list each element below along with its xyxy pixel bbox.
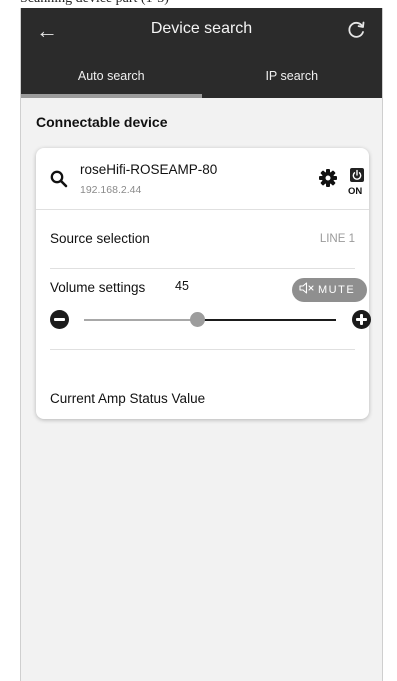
volume-slider[interactable] [50, 308, 372, 332]
divider [50, 349, 355, 350]
power-icon [352, 169, 362, 180]
mute-label: MUTE [318, 284, 356, 296]
search-icon [50, 170, 68, 188]
volume-settings-label: Volume settings [50, 280, 146, 295]
power-state-label: ON [348, 186, 363, 197]
tab-auto-search[interactable]: Auto search [21, 62, 202, 98]
refresh-icon[interactable] [344, 18, 368, 42]
active-tab-indicator [21, 94, 202, 98]
tab-ip-search[interactable]: IP search [202, 62, 383, 98]
app-header: ← Device search Auto search IP search [21, 8, 382, 98]
speaker-mute-icon [299, 282, 314, 294]
divider [36, 209, 369, 210]
slider-fill [84, 319, 198, 321]
minus-icon[interactable] [50, 310, 69, 329]
amp-status-label[interactable]: Current Amp Status Value [50, 391, 205, 406]
source-selection-label[interactable]: Source selection [50, 231, 150, 246]
section-title: Connectable device [36, 114, 168, 130]
plus-icon[interactable] [352, 310, 371, 329]
slider-thumb[interactable] [189, 312, 205, 327]
source-selection-value[interactable]: LINE 1 [320, 233, 355, 245]
phone-screen: ← Device search Auto search IP search Co… [20, 8, 383, 681]
device-card: roseHifi-ROSEAMP-80 192.168.2.44 ON Sour… [36, 148, 372, 419]
page-title: Device search [150, 20, 253, 37]
mute-button[interactable]: MUTE [292, 278, 367, 302]
power-button[interactable] [350, 168, 364, 182]
divider [50, 268, 355, 269]
slider-track[interactable] [84, 319, 336, 321]
gear-icon[interactable] [318, 168, 338, 188]
device-ip: 192.168.2.44 [80, 184, 142, 196]
volume-value: 45 [175, 279, 189, 293]
device-name[interactable]: roseHifi-ROSEAMP-80 [80, 162, 217, 177]
search-tabs: Auto search IP search [21, 62, 382, 98]
